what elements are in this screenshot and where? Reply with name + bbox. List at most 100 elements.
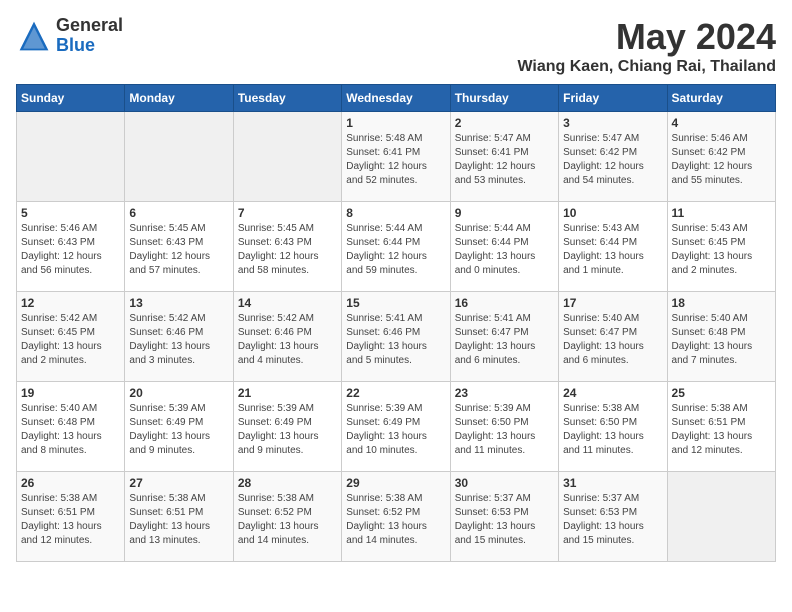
calendar-cell — [125, 112, 233, 202]
header-cell-tuesday: Tuesday — [233, 85, 341, 112]
calendar-cell: 23 Sunrise: 5:39 AM Sunset: 6:50 PM Dayli… — [450, 382, 558, 472]
calendar-cell: 29 Sunrise: 5:38 AM Sunset: 6:52 PM Dayli… — [342, 472, 450, 562]
day-number: 6 — [129, 206, 228, 220]
calendar-cell: 6 Sunrise: 5:45 AM Sunset: 6:43 PM Daylig… — [125, 202, 233, 292]
calendar-cell: 19 Sunrise: 5:40 AM Sunset: 6:48 PM Dayli… — [17, 382, 125, 472]
cell-content: Sunrise: 5:41 AM Sunset: 6:46 PM Dayligh… — [346, 312, 445, 368]
calendar-cell: 22 Sunrise: 5:39 AM Sunset: 6:49 PM Dayli… — [342, 382, 450, 472]
day-number: 22 — [346, 386, 445, 400]
day-number: 12 — [21, 296, 120, 310]
cell-content: Sunrise: 5:40 AM Sunset: 6:47 PM Dayligh… — [563, 312, 662, 368]
subtitle: Wiang Kaen, Chiang Rai, Thailand — [517, 58, 776, 76]
header-cell-sunday: Sunday — [17, 85, 125, 112]
calendar-cell: 7Sunrise: 5:45 AM Sunset: 6:43 PM Daylig… — [233, 202, 341, 292]
cell-content: Sunrise: 5:38 AM Sunset: 6:51 PM Dayligh… — [672, 402, 771, 458]
week-row-4: 26Sunrise: 5:38 AM Sunset: 6:51 PM Dayli… — [17, 472, 776, 562]
calendar-cell: 24 Sunrise: 5:38 AM Sunset: 6:50 PM Dayli… — [559, 382, 667, 472]
cell-content: Sunrise: 5:45 AM Sunset: 6:43 PM Dayligh… — [129, 222, 228, 278]
cell-content: Sunrise: 5:48 AM Sunset: 6:41 PM Dayligh… — [346, 132, 445, 188]
calendar-cell: 13Sunrise: 5:42 AM Sunset: 6:46 PM Dayli… — [125, 292, 233, 382]
calendar-cell: 11Sunrise: 5:43 AM Sunset: 6:45 PM Dayli… — [667, 202, 775, 292]
calendar-cell: 17 Sunrise: 5:40 AM Sunset: 6:47 PM Dayli… — [559, 292, 667, 382]
cell-content: Sunrise: 5:38 AM Sunset: 6:52 PM Dayligh… — [238, 492, 337, 548]
cell-content: Sunrise: 5:39 AM Sunset: 6:49 PM Dayligh… — [346, 402, 445, 458]
cell-content: Sunrise: 5:42 AM Sunset: 6:46 PM Dayligh… — [129, 312, 228, 368]
week-row-3: 19 Sunrise: 5:40 AM Sunset: 6:48 PM Dayli… — [17, 382, 776, 472]
calendar-header: SundayMondayTuesdayWednesdayThursdayFrid… — [17, 85, 776, 112]
calendar-cell: 1 Sunrise: 5:48 AM Sunset: 6:41 PM Daylig… — [342, 112, 450, 202]
day-number: 21 — [238, 386, 337, 400]
header-cell-friday: Friday — [559, 85, 667, 112]
logo-blue: Blue — [56, 36, 123, 56]
cell-content: Sunrise: 5:42 AM Sunset: 6:45 PM Dayligh… — [21, 312, 120, 368]
cell-content: Sunrise: 5:43 AM Sunset: 6:44 PM Dayligh… — [563, 222, 662, 278]
cell-content: Sunrise: 5:47 AM Sunset: 6:42 PM Dayligh… — [563, 132, 662, 188]
day-number: 31 — [563, 476, 662, 490]
cell-content: Sunrise: 5:39 AM Sunset: 6:49 PM Dayligh… — [238, 402, 337, 458]
day-number: 25 — [672, 386, 771, 400]
calendar-cell: 18Sunrise: 5:40 AM Sunset: 6:48 PM Dayli… — [667, 292, 775, 382]
cell-content: Sunrise: 5:46 AM Sunset: 6:43 PM Dayligh… — [21, 222, 120, 278]
logo: General Blue — [16, 16, 123, 56]
header-cell-saturday: Saturday — [667, 85, 775, 112]
day-number: 2 — [455, 116, 554, 130]
calendar-cell: 27 Sunrise: 5:38 AM Sunset: 6:51 PM Dayli… — [125, 472, 233, 562]
day-number: 24 — [563, 386, 662, 400]
header-cell-wednesday: Wednesday — [342, 85, 450, 112]
day-number: 28 — [238, 476, 337, 490]
calendar-table: SundayMondayTuesdayWednesdayThursdayFrid… — [16, 84, 776, 562]
cell-content: Sunrise: 5:37 AM Sunset: 6:53 PM Dayligh… — [455, 492, 554, 548]
day-number: 3 — [563, 116, 662, 130]
calendar-cell: 16Sunrise: 5:41 AM Sunset: 6:47 PM Dayli… — [450, 292, 558, 382]
calendar-cell: 4Sunrise: 5:46 AM Sunset: 6:42 PM Daylig… — [667, 112, 775, 202]
logo-text: General Blue — [56, 16, 123, 56]
cell-content: Sunrise: 5:40 AM Sunset: 6:48 PM Dayligh… — [21, 402, 120, 458]
title-block: May 2024 Wiang Kaen, Chiang Rai, Thailan… — [517, 16, 776, 76]
day-number: 9 — [455, 206, 554, 220]
cell-content: Sunrise: 5:38 AM Sunset: 6:52 PM Dayligh… — [346, 492, 445, 548]
header-cell-monday: Monday — [125, 85, 233, 112]
calendar-cell: 3 Sunrise: 5:47 AM Sunset: 6:42 PM Daylig… — [559, 112, 667, 202]
calendar-cell: 9 Sunrise: 5:44 AM Sunset: 6:44 PM Daylig… — [450, 202, 558, 292]
cell-content: Sunrise: 5:38 AM Sunset: 6:50 PM Dayligh… — [563, 402, 662, 458]
day-number: 27 — [129, 476, 228, 490]
day-number: 19 — [21, 386, 120, 400]
day-number: 30 — [455, 476, 554, 490]
day-number: 16 — [455, 296, 554, 310]
calendar-cell: 14 Sunrise: 5:42 AM Sunset: 6:46 PM Dayli… — [233, 292, 341, 382]
calendar-cell: 5 Sunrise: 5:46 AM Sunset: 6:43 PM Daylig… — [17, 202, 125, 292]
cell-content: Sunrise: 5:45 AM Sunset: 6:43 PM Dayligh… — [238, 222, 337, 278]
calendar-cell: 8Sunrise: 5:44 AM Sunset: 6:44 PM Daylig… — [342, 202, 450, 292]
day-number: 10 — [563, 206, 662, 220]
cell-content: Sunrise: 5:47 AM Sunset: 6:41 PM Dayligh… — [455, 132, 554, 188]
header-cell-thursday: Thursday — [450, 85, 558, 112]
day-number: 5 — [21, 206, 120, 220]
calendar-cell: 10 Sunrise: 5:43 AM Sunset: 6:44 PM Dayli… — [559, 202, 667, 292]
logo-general: General — [56, 16, 123, 36]
calendar-cell — [233, 112, 341, 202]
cell-content: Sunrise: 5:44 AM Sunset: 6:44 PM Dayligh… — [455, 222, 554, 278]
day-number: 1 — [346, 116, 445, 130]
day-number: 4 — [672, 116, 771, 130]
main-title: May 2024 — [517, 16, 776, 58]
calendar-cell: 28 Sunrise: 5:38 AM Sunset: 6:52 PM Dayli… — [233, 472, 341, 562]
day-number: 17 — [563, 296, 662, 310]
week-row-0: 1 Sunrise: 5:48 AM Sunset: 6:41 PM Daylig… — [17, 112, 776, 202]
calendar-cell — [17, 112, 125, 202]
calendar-cell: 12 Sunrise: 5:42 AM Sunset: 6:45 PM Dayli… — [17, 292, 125, 382]
calendar-cell: 15 Sunrise: 5:41 AM Sunset: 6:46 PM Dayli… — [342, 292, 450, 382]
day-number: 15 — [346, 296, 445, 310]
day-number: 14 — [238, 296, 337, 310]
calendar-cell: 31 Sunrise: 5:37 AM Sunset: 6:53 PM Dayli… — [559, 472, 667, 562]
cell-content: Sunrise: 5:42 AM Sunset: 6:46 PM Dayligh… — [238, 312, 337, 368]
cell-content: Sunrise: 5:37 AM Sunset: 6:53 PM Dayligh… — [563, 492, 662, 548]
cell-content: Sunrise: 5:39 AM Sunset: 6:50 PM Dayligh… — [455, 402, 554, 458]
day-number: 11 — [672, 206, 771, 220]
cell-content: Sunrise: 5:38 AM Sunset: 6:51 PM Dayligh… — [129, 492, 228, 548]
calendar-cell — [667, 472, 775, 562]
day-number: 20 — [129, 386, 228, 400]
calendar-cell: 20Sunrise: 5:39 AM Sunset: 6:49 PM Dayli… — [125, 382, 233, 472]
day-number: 23 — [455, 386, 554, 400]
calendar-body: 1 Sunrise: 5:48 AM Sunset: 6:41 PM Daylig… — [17, 112, 776, 562]
day-number: 29 — [346, 476, 445, 490]
